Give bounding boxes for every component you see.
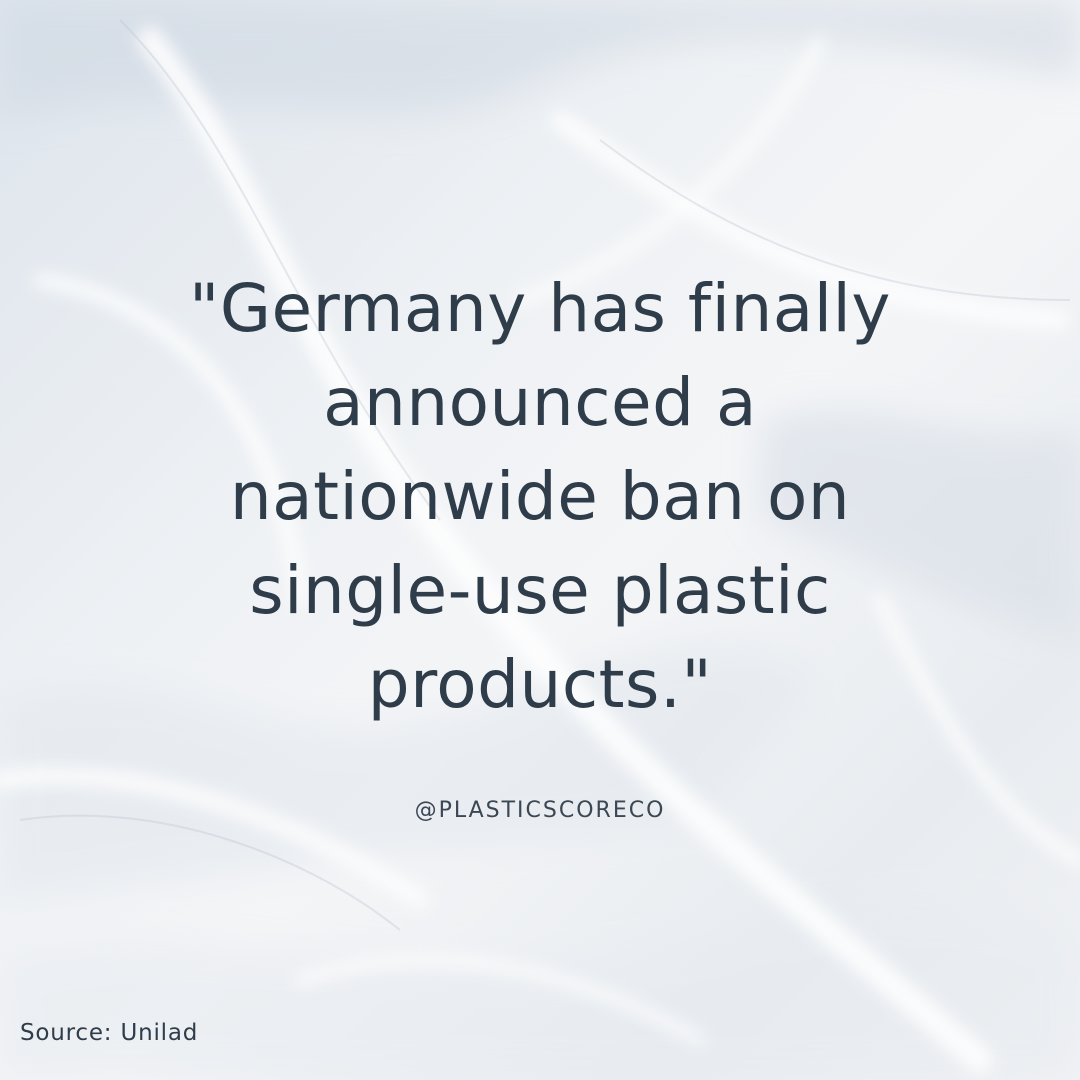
quote-line: single-use plastic [249,552,831,629]
quote-line: announced a [323,364,757,441]
source-credit: Source: Unilad [20,1020,199,1046]
quote-line: nationwide ban on [229,458,851,535]
quote-line: products." [367,646,713,723]
account-handle: @PLASTICSCORECO [414,798,666,823]
post-canvas: "Germany has finally announced a nationw… [0,0,1080,1080]
quote-text: "Germany has finally announced a nationw… [90,262,990,732]
quote-line: "Germany has finally [189,270,891,347]
